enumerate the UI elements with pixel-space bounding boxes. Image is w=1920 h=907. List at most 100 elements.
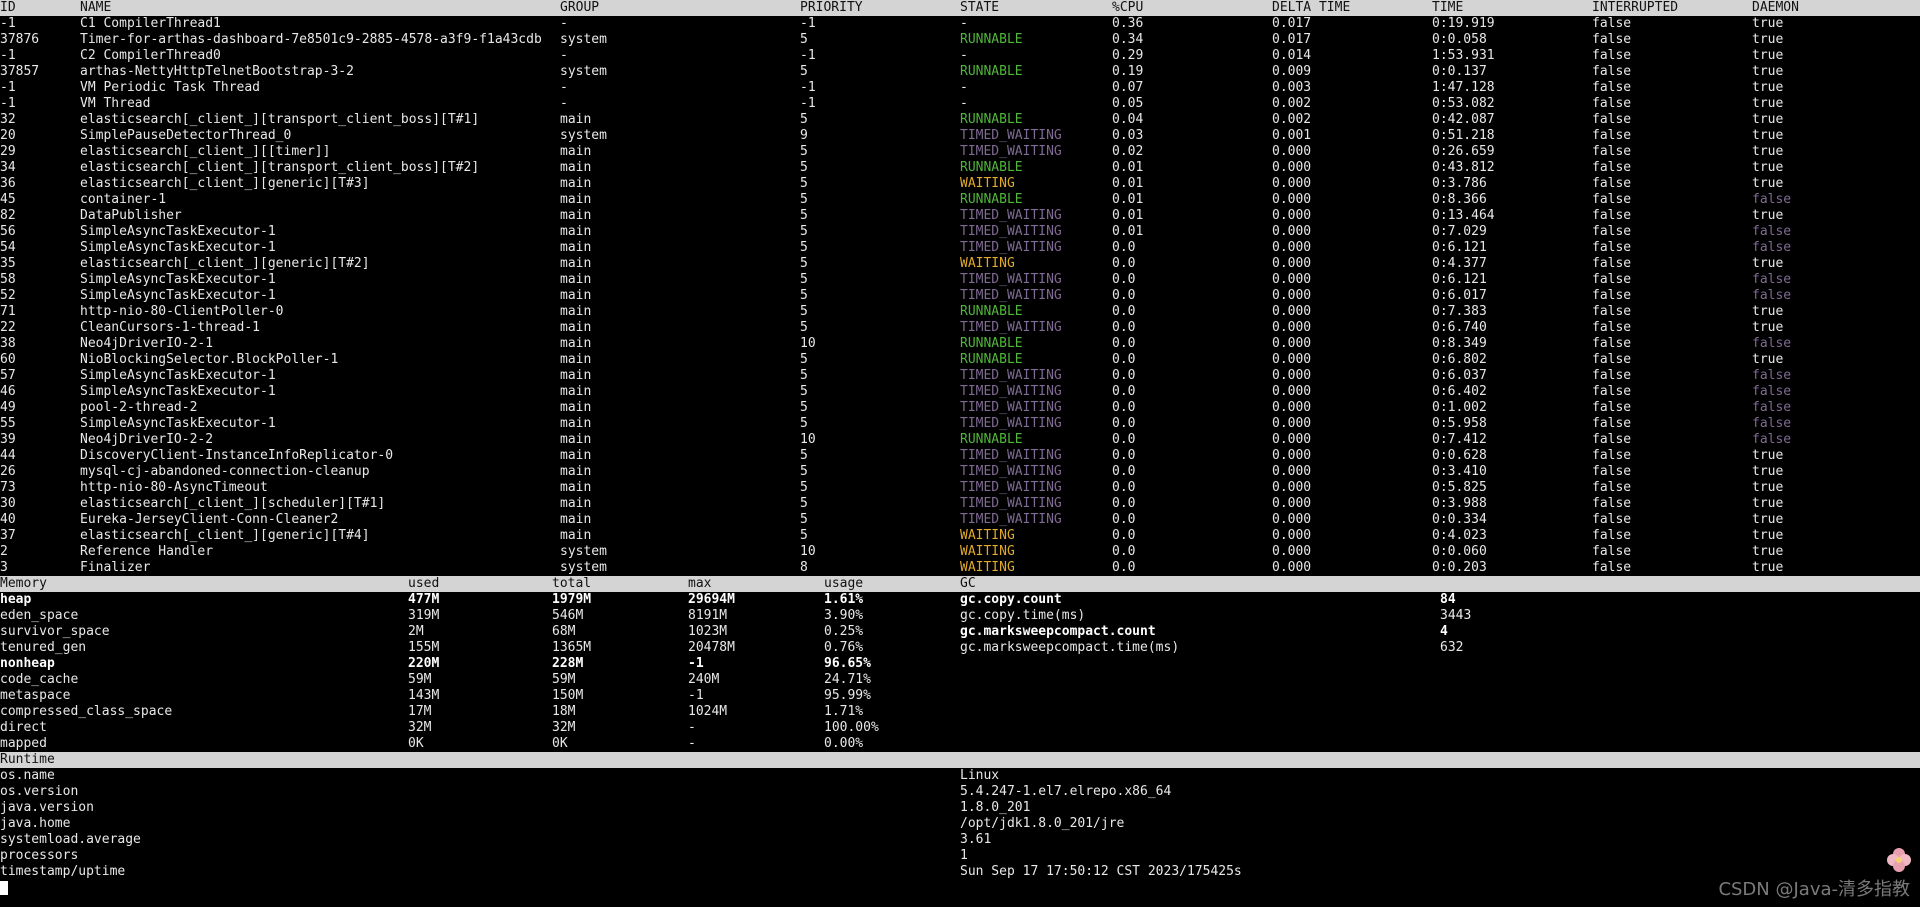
memory-row: mapped 0K 0K - 0.00% — [0, 736, 1920, 752]
thread-delta-time: 0.000 — [1272, 272, 1312, 287]
thread-daemon: false — [1752, 384, 1792, 399]
memory-header-1: used — [408, 576, 440, 591]
runtime-row: os.version 5.4.247-1.el7.elrepo.x86_64 — [0, 784, 1920, 800]
terminal-screen: ID NAME GROUP PRIORITY STATE %CPU DELTA TIME TI… — [0, 0, 1920, 880]
thread-name: SimpleAsyncTaskExecutor-1 — [80, 368, 276, 383]
thread-interrupted: false — [1592, 368, 1632, 383]
thread-group: main — [560, 208, 592, 223]
thread-daemon: true — [1752, 320, 1784, 335]
memory-name: compressed_class_space — [0, 704, 173, 719]
header-id: ID — [0, 0, 16, 15]
runtime-row: systemload.average 3.61 — [0, 832, 1920, 848]
thread-daemon: true — [1752, 96, 1784, 111]
thread-row: 46 SimpleAsyncTaskExecutor-1 main 5 TIMED_WA… — [0, 384, 1920, 400]
thread-row: 20 SimplePauseDetectorThread_0 system 9 TIME… — [0, 128, 1920, 144]
thread-daemon: true — [1752, 112, 1784, 127]
memory-used: 143M — [408, 688, 440, 703]
thread-name: pool-2-thread-2 — [80, 400, 198, 415]
terminal-cursor[interactable] — [0, 881, 8, 895]
runtime-value: Linux — [960, 768, 1000, 783]
thread-id: 22 — [0, 320, 16, 335]
thread-time: 0:7.029 — [1432, 224, 1487, 239]
thread-priority: 10 — [800, 336, 816, 351]
thread-name: arthas-NettyHttpTelnetBootstrap-3-2 — [80, 64, 354, 79]
thread-row: 29 elasticsearch[_client_][[timer]] main 5 T… — [0, 144, 1920, 160]
thread-delta-time: 0.017 — [1272, 16, 1312, 31]
memory-usage: 1.61% — [824, 592, 864, 607]
thread-cpu: 0.0 — [1112, 560, 1136, 575]
thread-id: 40 — [0, 512, 16, 527]
thread-priority: 5 — [800, 272, 808, 287]
thread-daemon: true — [1752, 48, 1784, 63]
thread-delta-time: 0.000 — [1272, 144, 1312, 159]
memory-total: 68M — [552, 624, 576, 639]
thread-state: RUNNABLE — [960, 432, 1023, 447]
memory-table: heap 477M 1979M 29694M 1.61% gc.copy.count 84 e… — [0, 592, 1920, 752]
thread-delta-time: 0.000 — [1272, 384, 1312, 399]
thread-daemon: true — [1752, 160, 1784, 175]
thread-time: 0:7.412 — [1432, 432, 1487, 447]
thread-daemon: false — [1752, 336, 1792, 351]
memory-usage: 96.65% — [824, 656, 871, 671]
thread-row: 37857 arthas-NettyHttpTelnetBootstrap-3-2… — [0, 64, 1920, 80]
thread-cpu: 0.0 — [1112, 480, 1136, 495]
thread-cpu: 0.0 — [1112, 352, 1136, 367]
thread-row: 44 DiscoveryClient-InstanceInfoReplicator… — [0, 448, 1920, 464]
memory-used: 477M — [408, 592, 440, 607]
memory-used: 155M — [408, 640, 440, 655]
thread-row: -1 VM Periodic Task Thread - -1 - 0.07 0.003 1:… — [0, 80, 1920, 96]
thread-group: system — [560, 32, 607, 47]
thread-interrupted: false — [1592, 320, 1632, 335]
thread-row: 37 elasticsearch[_client_][generic][T#4] m… — [0, 528, 1920, 544]
thread-id: 52 — [0, 288, 16, 303]
gc-value: 632 — [1440, 640, 1464, 655]
thread-id: 34 — [0, 160, 16, 175]
thread-id: 45 — [0, 192, 16, 207]
thread-daemon: false — [1752, 288, 1792, 303]
thread-group: main — [560, 336, 592, 351]
thread-time: 0:6.740 — [1432, 320, 1487, 335]
thread-cpu: 0.0 — [1112, 272, 1136, 287]
thread-priority: 5 — [800, 144, 808, 159]
thread-daemon: true — [1752, 480, 1784, 495]
thread-daemon: false — [1752, 240, 1792, 255]
thread-time: 0:43.812 — [1432, 160, 1495, 175]
thread-time: 0:4.023 — [1432, 528, 1487, 543]
thread-group: main — [560, 384, 592, 399]
thread-state: TIMED_WAITING — [960, 240, 1062, 255]
thread-name: mysql-cj-abandoned-connection-cleanup — [80, 464, 370, 479]
thread-id: -1 — [0, 16, 16, 31]
memory-row: heap 477M 1979M 29694M 1.61% gc.copy.count 84 — [0, 592, 1920, 608]
thread-priority: 8 — [800, 560, 808, 575]
thread-state: RUNNABLE — [960, 352, 1023, 367]
thread-priority: 5 — [800, 160, 808, 175]
header-daemon: DAEMON — [1752, 0, 1799, 15]
thread-priority: 5 — [800, 304, 808, 319]
thread-cpu: 0.05 — [1112, 96, 1144, 111]
thread-time: 0:5.825 — [1432, 480, 1487, 495]
runtime-table: os.name Linux os.version 5.4.247-1.el7.elre… — [0, 768, 1920, 880]
thread-row: 40 Eureka-JerseyClient-Conn-Cleaner2 main 5… — [0, 512, 1920, 528]
thread-cpu: 0.07 — [1112, 80, 1144, 95]
thread-group: - — [560, 48, 568, 63]
thread-interrupted: false — [1592, 96, 1632, 111]
thread-delta-time: 0.000 — [1272, 416, 1312, 431]
thread-priority: 5 — [800, 464, 808, 479]
thread-row: -1 C1 CompilerThread1 - -1 - 0.36 0.017 0:19.91… — [0, 16, 1920, 32]
thread-group: main — [560, 288, 592, 303]
thread-row: 36 elasticsearch[_client_][generic][T#3] m… — [0, 176, 1920, 192]
thread-interrupted: false — [1592, 464, 1632, 479]
thread-interrupted: false — [1592, 112, 1632, 127]
memory-used: 319M — [408, 608, 440, 623]
runtime-value: 1 — [960, 848, 968, 863]
memory-name: direct — [0, 720, 47, 735]
thread-state: WAITING — [960, 560, 1015, 575]
memory-usage: 3.90% — [824, 608, 864, 623]
thread-delta-time: 0.000 — [1272, 432, 1312, 447]
thread-cpu: 0.0 — [1112, 432, 1136, 447]
thread-priority: 9 — [800, 128, 808, 143]
thread-delta-time: 0.000 — [1272, 496, 1312, 511]
gc-value: 3443 — [1440, 608, 1472, 623]
thread-row: 58 SimpleAsyncTaskExecutor-1 main 5 TIMED_WA… — [0, 272, 1920, 288]
thread-delta-time: 0.009 — [1272, 64, 1312, 79]
